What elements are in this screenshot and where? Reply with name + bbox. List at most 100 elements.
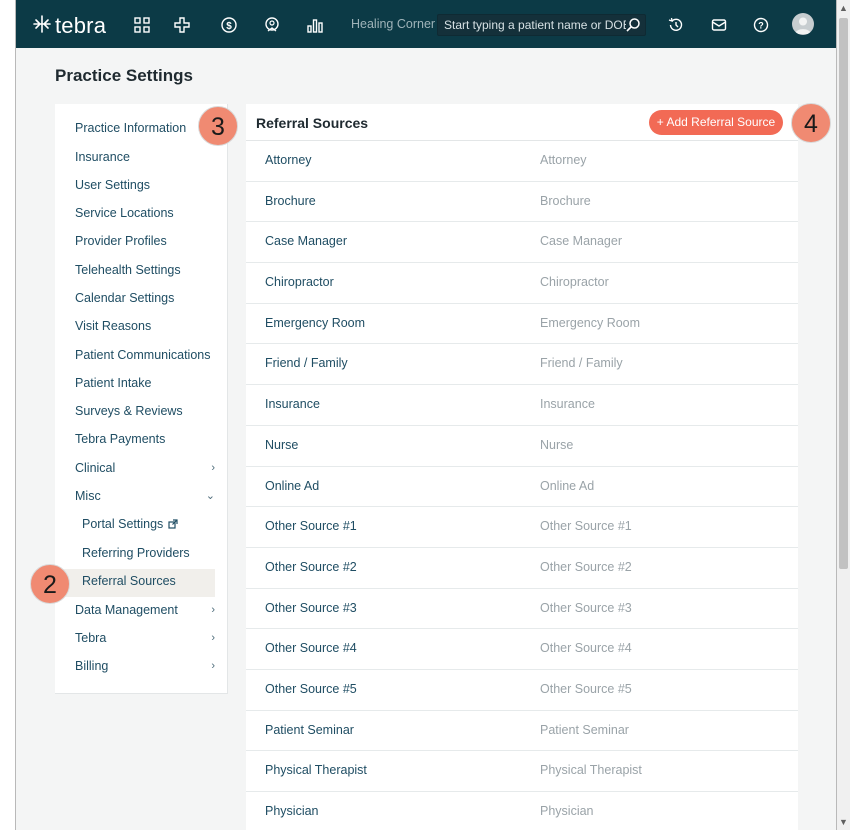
sidebar-item-provider-profiles[interactable]: Provider Profiles (75, 230, 215, 252)
referral-source-description: Nurse (540, 437, 574, 452)
sidebar-item-surveys-reviews[interactable]: Surveys & Reviews (75, 400, 215, 422)
table-row[interactable]: Other Source #4 Other Source #4 (246, 629, 798, 670)
referral-source-description: Friend / Family (540, 356, 623, 371)
sidebar-item-calendar-settings[interactable]: Calendar Settings (75, 287, 215, 309)
sidebar-item-label: Service Locations (75, 206, 174, 220)
sidebar-item-referring-providers[interactable]: Referring Providers (82, 542, 222, 564)
callout-marker-2: 2 (30, 564, 70, 604)
sidebar-item-label: Surveys & Reviews (75, 404, 183, 418)
sidebar-item-label: Telehealth Settings (75, 263, 181, 277)
patient-search[interactable] (437, 14, 646, 36)
referral-source-name: Emergency Room (265, 315, 366, 330)
sidebar-item-portal-settings[interactable]: Portal Settings (82, 513, 222, 535)
chevron-right-icon: › (211, 660, 215, 672)
settings-sidebar: Practice Information Insurance User Settin… (55, 104, 228, 694)
referral-source-name: Online Ad (265, 478, 320, 493)
chevron-right-icon: › (211, 632, 215, 644)
sidebar-item-label: Portal Settings (82, 517, 164, 531)
referral-source-description: Other Source #5 (540, 681, 632, 696)
referral-source-description: Chiropractor (540, 275, 609, 290)
table-row[interactable]: Physical Therapist Physical Therapist (246, 751, 798, 792)
referral-source-name: Physical Therapist (265, 763, 367, 778)
svg-text:?: ? (758, 21, 764, 31)
sidebar-item-label: User Settings (75, 178, 151, 192)
scroll-up-arrow-icon[interactable]: ▲ (837, 2, 850, 14)
referral-source-name: Friend / Family (265, 356, 348, 371)
table-row[interactable]: Other Source #3 Other Source #3 (246, 589, 798, 630)
scrollbar-thumb[interactable] (839, 18, 848, 569)
sidebar-item-label: Patient Intake (75, 376, 152, 390)
table-row[interactable]: Patient Seminar Patient Seminar (246, 711, 798, 752)
sidebar-item-practice-information[interactable]: Practice Information (75, 117, 215, 139)
table-row[interactable]: Physician Physician (246, 792, 798, 830)
chevron-right-icon: › (211, 604, 215, 616)
mail-icon[interactable] (709, 15, 729, 35)
shield-icon[interactable] (262, 15, 282, 35)
table-row[interactable]: Attorney Attorney (246, 141, 798, 182)
medical-cross-icon[interactable] (172, 15, 192, 35)
sidebar-item-service-locations[interactable]: Service Locations (75, 202, 215, 224)
scroll-down-arrow-icon[interactable]: ▼ (837, 816, 850, 828)
sidebar-item-data-management[interactable]: Data Management › (75, 599, 215, 621)
sidebar-item-visit-reasons[interactable]: Visit Reasons (75, 315, 215, 337)
panel-header: Referral Sources + Add Referral Source (246, 104, 798, 141)
sidebar-item-tebra-payments[interactable]: Tebra Payments (75, 428, 215, 450)
history-icon[interactable] (666, 15, 686, 35)
table-row[interactable]: Insurance Insurance (246, 385, 798, 426)
sidebar-item-billing[interactable]: Billing › (75, 655, 215, 677)
vertical-scrollbar[interactable]: ▲ ▼ (837, 0, 850, 830)
sidebar-item-label: Practice Information (75, 121, 187, 135)
practice-name[interactable]: Healing Corner (351, 17, 435, 31)
sidebar-item-label: Misc (75, 489, 101, 503)
table-row[interactable]: Other Source #5 Other Source #5 (246, 670, 798, 711)
patient-search-input[interactable] (444, 18, 626, 32)
search-icon[interactable] (625, 17, 641, 33)
top-navigation-bar: tebra $ Healing Corner Start typing a pa… (16, 0, 836, 48)
dollar-icon[interactable]: $ (219, 15, 239, 35)
table-row[interactable]: Case Manager Case Manager (246, 222, 798, 264)
referral-source-name: Insurance (265, 397, 320, 412)
sidebar-item-patient-intake[interactable]: Patient Intake (75, 372, 215, 394)
help-icon[interactable]: ? (751, 15, 771, 35)
referral-source-name: Other Source #1 (265, 519, 357, 534)
user-avatar[interactable] (792, 13, 814, 35)
referral-source-description: Emergency Room (540, 315, 641, 330)
table-row[interactable]: Other Source #1 Other Source #1 (246, 507, 798, 548)
sidebar-item-label: Data Management (75, 603, 178, 617)
referral-source-description: Patient Seminar (540, 722, 629, 737)
table-row[interactable]: Chiropractor Chiropractor (246, 263, 798, 304)
table-row[interactable]: Other Source #2 Other Source #2 (246, 548, 798, 589)
sidebar-item-patient-communications[interactable]: Patient Communications (75, 344, 215, 366)
tebra-logo[interactable]: tebra (33, 13, 106, 39)
sidebar-item-insurance[interactable]: Insurance (75, 146, 215, 168)
add-referral-source-button[interactable]: + Add Referral Source (649, 110, 783, 135)
callout-marker-3: 3 (198, 106, 238, 146)
table-row[interactable]: Emergency Room Emergency Room (246, 304, 798, 345)
referral-source-name: Patient Seminar (265, 722, 354, 737)
table-row[interactable]: Nurse Nurse (246, 426, 798, 467)
referral-source-name: Nurse (265, 437, 299, 452)
referral-source-name: Other Source #4 (265, 641, 357, 656)
bar-chart-icon[interactable] (305, 15, 325, 35)
sidebar-item-user-settings[interactable]: User Settings (75, 174, 215, 196)
referral-source-description: Insurance (540, 397, 595, 412)
sidebar-item-label: Tebra Payments (75, 432, 166, 446)
referral-sources-panel: Referral Sources + Add Referral Source A… (246, 104, 798, 830)
referral-source-description: Brochure (540, 193, 591, 208)
sidebar-item-label: Tebra (75, 631, 107, 645)
sidebar-item-label: Billing (75, 659, 109, 673)
chevron-right-icon: › (211, 462, 215, 474)
sidebar-item-clinical[interactable]: Clinical › (75, 457, 215, 479)
sidebar-item-referral-sources[interactable]: Referral Sources (82, 570, 222, 592)
svg-text:$: $ (226, 21, 232, 32)
sidebar-item-telehealth-settings[interactable]: Telehealth Settings (75, 259, 215, 281)
referral-source-description: Online Ad (540, 478, 595, 493)
table-row[interactable]: Friend / Family Friend / Family (246, 344, 798, 386)
dashboard-icon[interactable] (132, 15, 152, 35)
app-window: tebra $ Healing Corner Start typing a pa… (15, 0, 837, 830)
sidebar-item-misc[interactable]: Misc ⌄ (75, 485, 215, 507)
table-row[interactable]: Brochure Brochure (246, 182, 798, 223)
table-row[interactable]: Online Ad Online Ad (246, 467, 798, 508)
sidebar-item-tebra[interactable]: Tebra › (75, 627, 215, 649)
referral-source-name: Case Manager (265, 234, 347, 249)
